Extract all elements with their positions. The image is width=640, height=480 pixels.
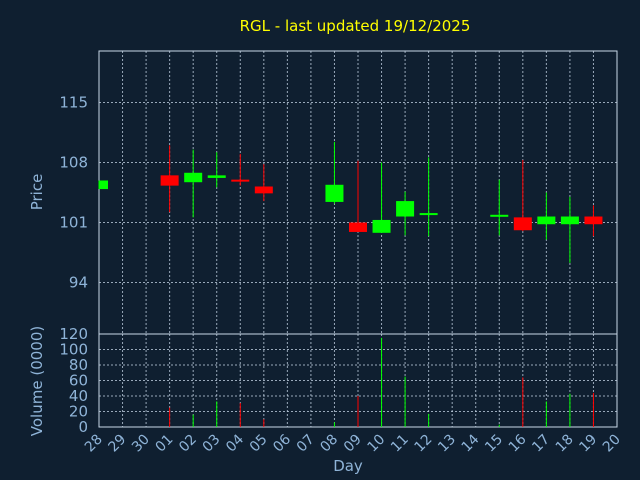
- candle-body: [490, 214, 509, 217]
- candle-body: [419, 213, 438, 216]
- volume-tick-label: 20: [69, 403, 88, 421]
- volume-axis-label: Volume (0000): [28, 326, 46, 436]
- candle-body: [254, 186, 273, 194]
- x-axis-label: Day: [333, 457, 363, 475]
- x-axis-ticks: 28 29 30 01 02 03 04 05 06 07 08 09 10 11 12 13 14 15 16 17…: [82, 431, 624, 455]
- volume-tick-label: 120: [59, 325, 88, 343]
- volume-tick-label: 100: [59, 341, 88, 359]
- candlestick-chart: RGL - last updated 19/12/2025 115 108 101 9…: [0, 0, 640, 480]
- candle-body: [513, 217, 532, 231]
- candle-body: [396, 201, 415, 217]
- candle-body: [584, 216, 603, 225]
- price-tick-label: 115: [59, 93, 88, 111]
- candle-body: [160, 175, 179, 186]
- price-tick-label: 101: [59, 214, 88, 232]
- volume-tick-label: 60: [69, 372, 88, 390]
- candle-body: [184, 172, 203, 183]
- candle-body: [207, 175, 226, 178]
- candle-body: [372, 219, 391, 233]
- volume-tick-label: 80: [69, 356, 88, 374]
- price-tick-label: 108: [59, 153, 88, 171]
- candle: [98, 180, 108, 190]
- candle-body: [325, 184, 344, 202]
- price-axis-label: Price: [28, 174, 46, 211]
- candle-body: [99, 180, 108, 190]
- candle-body: [560, 216, 579, 225]
- candle-body: [349, 222, 367, 232]
- chart-background: [0, 0, 640, 480]
- price-tick-label: 94: [69, 274, 88, 292]
- chart-title: RGL - last updated 19/12/2025: [240, 17, 471, 35]
- volume-tick-label: 40: [69, 387, 88, 405]
- volume-tick-label: 0: [78, 418, 88, 436]
- candle-body: [231, 179, 250, 182]
- candle-body: [537, 216, 556, 225]
